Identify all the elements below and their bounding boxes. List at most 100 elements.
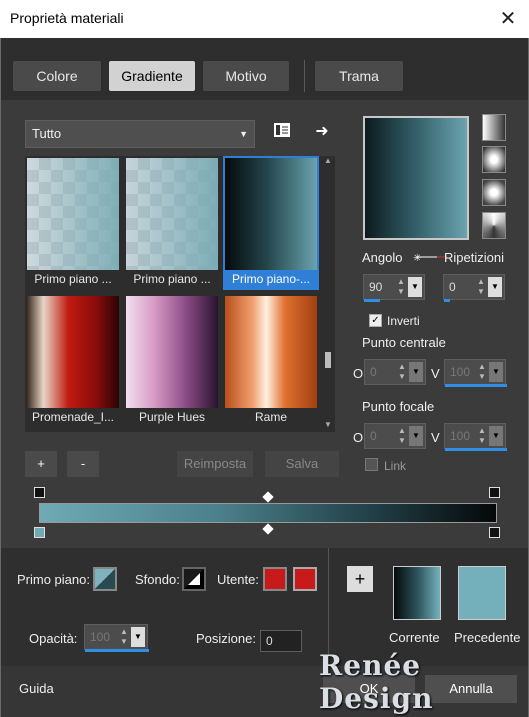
- tab-bar: Colore Gradiente Motivo Trama: [1, 38, 528, 100]
- chevron-down-icon[interactable]: ▼: [409, 426, 423, 446]
- focal-point-label: Punto focale: [362, 399, 435, 414]
- chevron-down-icon[interactable]: ▼: [489, 426, 503, 446]
- link-checkbox[interactable]: [365, 458, 378, 471]
- library-icon[interactable]: [271, 122, 293, 144]
- chevron-down-icon[interactable]: ▼: [408, 277, 422, 297]
- focal-v-stepper[interactable]: 100 ▲ ▼ ▼: [444, 423, 507, 451]
- gradient-swatch: [126, 158, 218, 270]
- opacity-label: Opacità:: [29, 631, 78, 646]
- gallery-item[interactable]: Primo piano ...: [25, 156, 121, 290]
- watermark-logo: Renée Design: [319, 649, 434, 715]
- center-v-value: 100: [450, 365, 471, 379]
- background-label: Sfondo:: [135, 572, 180, 587]
- center-v-stepper[interactable]: 100 ▲ ▼ ▼: [444, 359, 507, 387]
- foreground-swatch[interactable]: [93, 567, 117, 591]
- spin-arrows-icon[interactable]: ▲ ▼: [475, 426, 489, 446]
- gradient-editor-bar[interactable]: [39, 503, 497, 523]
- scroll-down-icon[interactable]: ▼: [321, 420, 335, 432]
- window-title: Proprietà materiali: [10, 10, 124, 26]
- focal-o-label: O: [353, 430, 364, 445]
- repeat-stepper[interactable]: 0 ▲ ▼ ▼: [443, 274, 505, 302]
- gallery-item[interactable]: Promenade_I...: [25, 294, 121, 428]
- spin-arrows-icon[interactable]: ▲ ▼: [474, 277, 488, 297]
- tab-motivo[interactable]: Motivo: [203, 61, 289, 91]
- scrollbar-thumb[interactable]: [325, 352, 331, 368]
- user-color-swatch-2[interactable]: [293, 567, 317, 591]
- title-bar: Proprietà materiali ✕: [0, 0, 529, 38]
- radial-style-icon[interactable]: [482, 179, 506, 206]
- gradient-swatch: [225, 158, 317, 270]
- current-label: Corrente: [389, 630, 440, 645]
- gallery-item[interactable]: Primo piano ...: [124, 156, 220, 290]
- chevron-down-icon[interactable]: ▼: [409, 362, 423, 382]
- invert-checkbox[interactable]: ✓: [369, 314, 382, 327]
- help-link[interactable]: Guida: [19, 681, 54, 696]
- spin-arrows-icon[interactable]: ▲ ▼: [395, 362, 409, 382]
- tab-gradiente[interactable]: Gradiente: [109, 61, 195, 91]
- plus-icon[interactable]: +: [347, 566, 373, 592]
- spin-arrows-icon[interactable]: ▲ ▼: [395, 426, 409, 446]
- focal-o-stepper[interactable]: 0 ▲ ▼ ▼: [364, 423, 426, 449]
- gradient-preview[interactable]: ✳: [363, 116, 469, 263]
- tab-separator: [304, 60, 305, 92]
- linear-style-icon[interactable]: [482, 114, 506, 141]
- chevron-down-icon[interactable]: ▼: [131, 627, 145, 647]
- center-v-slider-fill: [445, 384, 507, 387]
- category-dropdown[interactable]: Tutto ▼: [25, 120, 255, 148]
- dialog-client: Colore Gradiente Motivo Trama Tutto ▼ ➜ …: [0, 38, 529, 717]
- color-stop-marker[interactable]: [34, 527, 45, 538]
- chevron-down-icon[interactable]: ▼: [489, 362, 503, 382]
- previous-gradient-swatch[interactable]: [458, 566, 506, 620]
- gradient-gallery: Primo piano ... Primo piano ... Primo pi…: [25, 156, 327, 432]
- gallery-item[interactable]: Rame: [223, 294, 319, 428]
- gallery-item-label: Promenade_I...: [31, 410, 115, 424]
- top-stop-marker[interactable]: [34, 487, 45, 498]
- gallery-item-label: Purple Hues: [138, 410, 206, 424]
- focal-v-label: V: [431, 430, 440, 445]
- arrow-right-icon[interactable]: ➜: [311, 121, 333, 143]
- close-icon[interactable]: ✕: [493, 4, 523, 34]
- gallery-item-label: Rame: [254, 410, 287, 424]
- user-color-swatch[interactable]: [263, 567, 287, 591]
- gallery-item[interactable]: Purple Hues: [124, 294, 220, 428]
- background-swatch[interactable]: [182, 567, 206, 591]
- opacity-slider-fill: [85, 649, 149, 652]
- reset-button[interactable]: Reimposta: [177, 451, 253, 477]
- current-gradient-swatch: [393, 566, 441, 620]
- gradient-swatch: [27, 158, 119, 270]
- angle-label: Angolo: [362, 250, 403, 265]
- tab-colore[interactable]: Colore: [13, 61, 101, 91]
- rectangular-style-icon[interactable]: [482, 146, 506, 173]
- remove-gradient-button[interactable]: -: [67, 451, 99, 477]
- opacity-stepper[interactable]: 100 ▲ ▼ ▼: [84, 624, 149, 652]
- top-stop-marker[interactable]: [489, 487, 500, 498]
- spin-arrows-icon[interactable]: ▲ ▼: [475, 362, 489, 382]
- opacity-value: 100: [90, 630, 111, 644]
- spin-arrows-icon[interactable]: ▲ ▼: [394, 277, 408, 297]
- angle-value: 90: [369, 280, 383, 294]
- focal-v-slider-fill: [445, 448, 507, 451]
- position-value: 0: [266, 634, 273, 648]
- position-input[interactable]: 0: [260, 630, 302, 652]
- gallery-item-selected[interactable]: Primo piano-...: [223, 156, 319, 290]
- previous-label: Precedente: [454, 630, 521, 645]
- gradient-swatch: [126, 296, 218, 408]
- spin-arrows-icon[interactable]: ▲ ▼: [117, 627, 131, 647]
- foreground-label: Primo piano:: [17, 572, 90, 587]
- sunburst-style-icon[interactable]: [482, 212, 506, 239]
- center-o-stepper[interactable]: 0 ▲ ▼ ▼: [364, 359, 426, 385]
- category-dropdown-value: Tutto: [32, 126, 62, 141]
- color-stop-marker[interactable]: [489, 527, 500, 538]
- gallery-scrollbar[interactable]: ▲ ▼: [321, 156, 335, 432]
- center-v-label: V: [431, 366, 440, 381]
- repeat-slider-fill: [444, 299, 450, 302]
- tab-trama[interactable]: Trama: [315, 61, 403, 91]
- repeat-value: 0: [449, 280, 456, 294]
- save-button[interactable]: Salva: [265, 451, 339, 477]
- chevron-down-icon[interactable]: ▼: [488, 277, 502, 297]
- gradient-swatch: [225, 296, 317, 408]
- scroll-up-icon[interactable]: ▲: [321, 156, 335, 168]
- angle-stepper[interactable]: 90 ▲ ▼ ▼: [363, 274, 425, 302]
- svg-text:✳: ✳: [413, 253, 421, 263]
- add-gradient-button[interactable]: +: [25, 451, 57, 477]
